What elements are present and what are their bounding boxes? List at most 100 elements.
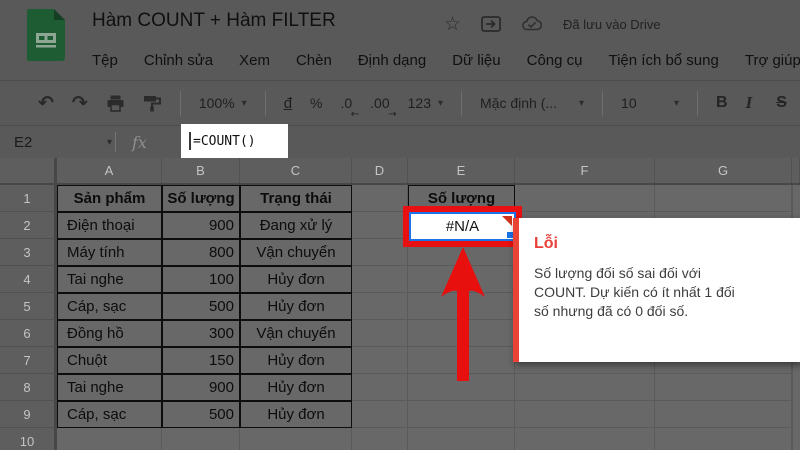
saved-status[interactable]: Đã lưu vào Drive	[563, 17, 661, 32]
move-to-folder-icon[interactable]	[481, 16, 501, 32]
font-size-menu[interactable]: 10 ▾	[621, 95, 679, 111]
strikethrough-button[interactable]: S	[776, 94, 787, 112]
italic-button[interactable]: I	[746, 93, 753, 113]
font-family-menu[interactable]: Mặc định (... ▾	[480, 95, 584, 111]
menu-file[interactable]: Tệp	[92, 52, 118, 69]
cell-C9[interactable]: Hủy đơn	[240, 401, 352, 428]
menu-tools[interactable]: Công cụ	[527, 52, 583, 69]
cell-G1[interactable]	[655, 185, 792, 212]
cell-A4[interactable]: Tai nghe	[57, 266, 162, 293]
row-header-1[interactable]: 1	[0, 185, 57, 212]
cell-partial[interactable]	[792, 185, 793, 212]
cell-C4[interactable]: Hủy đơn	[240, 266, 352, 293]
cell-B9[interactable]: 500	[162, 401, 240, 428]
cell-G10[interactable]	[655, 428, 792, 450]
cell-F1[interactable]	[515, 185, 655, 212]
cell-C5[interactable]: Hủy đơn	[240, 293, 352, 320]
cell-A10[interactable]	[57, 428, 162, 450]
menu-edit[interactable]: Chỉnh sửa	[144, 52, 213, 69]
cell-E2[interactable]: #N/A	[409, 212, 516, 241]
number-format-menu[interactable]: 123 ▾	[408, 95, 443, 111]
cell-D9[interactable]	[352, 401, 408, 428]
column-header-A[interactable]: A	[57, 158, 162, 183]
cell-D1[interactable]	[352, 185, 408, 212]
cell-B8[interactable]: 900	[162, 374, 240, 401]
cell-C8[interactable]: Hủy đơn	[240, 374, 352, 401]
decrease-decimal-button[interactable]: .0←	[340, 95, 352, 111]
cell-C7[interactable]: Hủy đơn	[240, 347, 352, 374]
cell-A2[interactable]: Điện thoại	[57, 212, 162, 239]
menu-data[interactable]: Dữ liệu	[452, 52, 500, 69]
row-header-2[interactable]: 2	[0, 212, 57, 239]
row-header-10[interactable]: 10	[0, 428, 57, 450]
row-header-5[interactable]: 5	[0, 293, 57, 320]
cell-partial[interactable]	[792, 428, 793, 450]
sheets-logo-icon[interactable]	[27, 9, 65, 61]
cell-A6[interactable]: Đồng hồ	[57, 320, 162, 347]
column-header-D[interactable]: D	[352, 158, 408, 183]
paint-format-icon[interactable]	[143, 94, 162, 113]
star-icon[interactable]: ☆	[444, 13, 461, 35]
cell-E9[interactable]	[408, 401, 515, 428]
cell-D5[interactable]	[352, 293, 408, 320]
zoom-control[interactable]: 100% ▾	[199, 95, 247, 111]
cell-C10[interactable]	[240, 428, 352, 450]
cell-D4[interactable]	[352, 266, 408, 293]
column-header-B[interactable]: B	[162, 158, 240, 183]
cell-F9[interactable]	[515, 401, 655, 428]
cell-D7[interactable]	[352, 347, 408, 374]
row-header-8[interactable]: 8	[0, 374, 57, 401]
format-percent-button[interactable]: %	[310, 95, 322, 111]
cell-F10[interactable]	[515, 428, 655, 450]
column-header-F[interactable]: F	[515, 158, 655, 183]
cell-D8[interactable]	[352, 374, 408, 401]
row-header-4[interactable]: 4	[0, 266, 57, 293]
cell-C2[interactable]: Đang xử lý	[240, 212, 352, 239]
cell-B5[interactable]: 500	[162, 293, 240, 320]
bold-button[interactable]: B	[716, 94, 728, 112]
menu-addons[interactable]: Tiện ích bổ sung	[608, 52, 718, 69]
cell-D10[interactable]	[352, 428, 408, 450]
column-header-E[interactable]: E	[408, 158, 515, 183]
cell-A5[interactable]: Cáp, sạc	[57, 293, 162, 320]
cell-C3[interactable]: Vận chuyển	[240, 239, 352, 266]
format-currency-button[interactable]: đ	[284, 95, 292, 112]
cell-B2[interactable]: 900	[162, 212, 240, 239]
cell-A8[interactable]: Tai nghe	[57, 374, 162, 401]
cell-B3[interactable]: 800	[162, 239, 240, 266]
formula-input-highlight[interactable]: =COUNT()	[181, 124, 288, 158]
cell-B7[interactable]: 150	[162, 347, 240, 374]
cell-C1[interactable]: Trạng thái	[240, 185, 352, 212]
cell-A9[interactable]: Cáp, sạc	[57, 401, 162, 428]
menu-format[interactable]: Định dạng	[358, 52, 426, 69]
column-header-C[interactable]: C	[240, 158, 352, 183]
row-header-7[interactable]: 7	[0, 347, 57, 374]
cell-F8[interactable]	[515, 374, 655, 401]
undo-icon[interactable]: ↶	[38, 94, 54, 113]
increase-decimal-button[interactable]: .00→	[370, 95, 389, 111]
select-all-corner[interactable]	[0, 158, 57, 183]
menu-insert[interactable]: Chèn	[296, 52, 332, 69]
cell-D2[interactable]	[352, 212, 408, 239]
cell-E10[interactable]	[408, 428, 515, 450]
cell-B10[interactable]	[162, 428, 240, 450]
menu-view[interactable]: Xem	[239, 52, 270, 69]
cell-D3[interactable]	[352, 239, 408, 266]
document-title[interactable]: Hàm COUNT + Hàm FILTER	[92, 10, 336, 32]
row-header-3[interactable]: 3	[0, 239, 57, 266]
cell-partial[interactable]	[792, 374, 793, 401]
cell-B1[interactable]: Số lượng	[162, 185, 240, 212]
cell-A1[interactable]: Sản phẩm	[57, 185, 162, 212]
row-header-9[interactable]: 9	[0, 401, 57, 428]
cell-D6[interactable]	[352, 320, 408, 347]
print-icon[interactable]	[106, 94, 125, 113]
cell-A3[interactable]: Máy tính	[57, 239, 162, 266]
name-box[interactable]: E2 ▾	[0, 134, 112, 151]
cell-C6[interactable]: Vận chuyển	[240, 320, 352, 347]
redo-icon[interactable]: ↷	[72, 94, 88, 113]
column-header-G[interactable]: G	[655, 158, 792, 183]
menu-help[interactable]: Trợ giúp	[745, 52, 800, 69]
cell-G8[interactable]	[655, 374, 792, 401]
column-header-partial[interactable]	[792, 158, 800, 183]
row-header-6[interactable]: 6	[0, 320, 57, 347]
